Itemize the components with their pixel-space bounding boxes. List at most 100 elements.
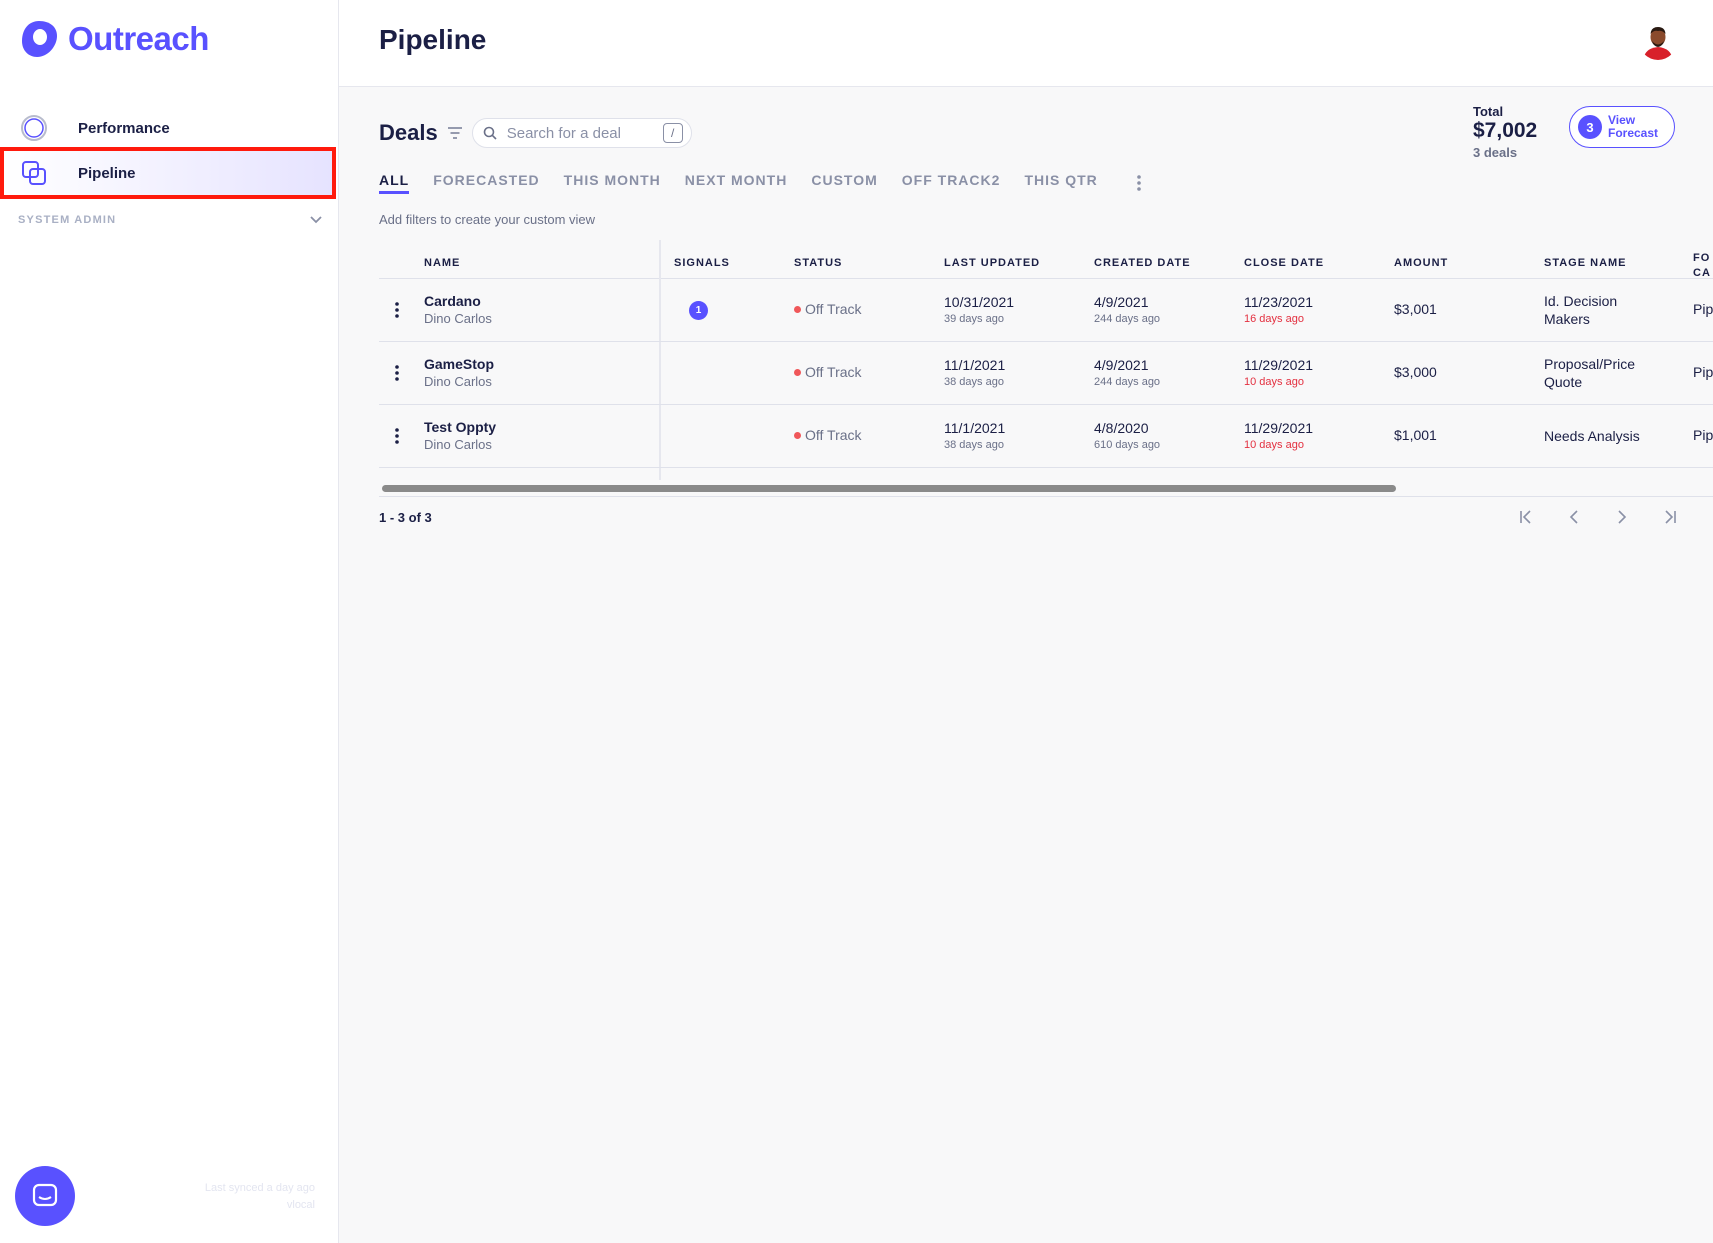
tab-forecasted[interactable]: FORECASTED [433,172,539,194]
table-row[interactable]: Cardano Dino Carlos 1 Off Track 10/31/20… [379,279,1713,342]
app-logo[interactable]: Outreach [18,18,209,60]
custom-view-hint: Add filters to create your custom view [379,212,596,227]
deal-count: 3 deals [1473,145,1518,160]
sync-status: Last synced a day ago vlocal [205,1180,315,1214]
status-text: Off Track [805,427,862,443]
deal-amount: $3,000 [1394,364,1437,380]
tab-off-track2[interactable]: OFF TRACK2 [902,172,1001,194]
close-ago: 10 days ago [1244,439,1304,451]
main-content: Deals / Total $7,002 3 deals 3 View Fore… [379,86,1713,1243]
signal-count-badge[interactable]: 1 [689,301,708,320]
table-row[interactable]: GameStop Dino Carlos Off Track 11/1/2021… [379,342,1713,405]
created-date: 4/9/2021 [1094,294,1149,310]
column-header-status[interactable]: STATUS [794,257,842,269]
last-page-icon[interactable] [1661,508,1679,526]
deal-owner: Dino Carlos [424,437,492,452]
deal-amount: $1,001 [1394,427,1437,443]
column-header-forecast-category[interactable]: FO CA [1693,251,1711,281]
more-vertical-icon[interactable] [394,364,400,382]
tab-custom[interactable]: CUSTOM [811,172,877,194]
sidebar-item-performance[interactable]: Performance [0,106,338,150]
status-badge: Off Track [794,301,862,317]
forecast-count-badge: 3 [1578,115,1602,139]
stage-name: Needs Analysis [1544,428,1640,444]
previous-page-icon[interactable] [1565,508,1583,526]
search-box[interactable]: / [471,118,692,148]
status-text: Off Track [805,301,862,317]
more-vertical-icon[interactable] [394,301,400,319]
horizontal-scrollbar[interactable] [379,482,1713,497]
column-header-close-date[interactable]: CLOSE DATE [1244,257,1324,269]
system-admin-section[interactable]: SYSTEM ADMIN [18,212,323,228]
forecast-category: Pip [1693,364,1713,380]
column-header-created-date[interactable]: CREATED DATE [1094,257,1191,269]
close-ago: 16 days ago [1244,313,1304,325]
outreach-logo-icon [22,21,57,57]
table-header: NAME SIGNALS STATUS LAST UPDATED CREATED… [379,240,1713,279]
status-dot-icon [794,305,801,313]
sidebar-item-label: Pipeline [78,164,136,182]
search-input[interactable] [504,123,655,143]
table-row[interactable]: Test Oppty Dino Carlos Off Track 11/1/20… [379,405,1713,468]
column-header-name[interactable]: NAME [424,257,460,269]
view-tabs: ALL FORECASTED THIS MONTH NEXT MONTH CUS… [379,172,1142,194]
view-forecast-line2: Forecast [1608,126,1659,140]
deal-name-link[interactable]: Test Oppty [424,419,496,435]
close-ago: 10 days ago [1244,376,1304,388]
scrollbar-thumb[interactable] [382,485,1396,492]
column-header-amount[interactable]: AMOUNT [1394,257,1448,269]
deal-name-link[interactable]: GameStop [424,356,494,372]
user-avatar-icon [1639,22,1677,60]
system-admin-label: SYSTEM ADMIN [18,214,117,226]
created-ago: 610 days ago [1094,439,1161,451]
deal-owner: Dino Carlos [424,374,492,389]
column-header-last-updated[interactable]: LAST UPDATED [944,257,1040,269]
status-dot-icon [794,431,801,439]
more-vertical-icon[interactable] [1136,174,1142,192]
page-title: Pipeline [379,24,487,55]
forecast-category: Pip [1693,301,1713,317]
created-ago: 244 days ago [1094,376,1161,388]
total-label: Total [1473,104,1504,119]
sidebar-item-pipeline[interactable]: Pipeline [0,147,336,199]
last-updated-ago: 38 days ago [944,376,1004,388]
stage-name: Id. Decision Makers [1544,293,1618,327]
column-header-stage-name[interactable]: STAGE NAME [1544,257,1627,269]
close-date: 11/29/2021 [1244,420,1314,436]
keyboard-shortcut-hint: / [662,123,683,143]
tab-next-month[interactable]: NEXT MONTH [685,172,788,194]
stage-name: Proposal/Price Quote [1544,356,1636,390]
sidebar-item-label: Performance [78,119,170,137]
last-updated-date: 10/31/2021 [944,294,1015,310]
first-page-icon[interactable] [1517,508,1535,526]
view-forecast-line1: View [1608,113,1636,127]
circle-icon [21,115,47,141]
last-updated-ago: 39 days ago [944,313,1004,325]
pagination-controls [1517,508,1679,526]
column-header-signals[interactable]: SIGNALS [674,257,730,269]
tab-this-qtr[interactable]: THIS QTR [1024,172,1097,194]
deal-amount: $3,001 [1394,301,1437,317]
status-badge: Off Track [794,427,862,443]
chevron-down-icon[interactable] [309,213,323,227]
last-updated-date: 11/1/2021 [944,420,1006,436]
last-updated-date: 11/1/2021 [944,357,1006,373]
status-dot-icon [794,368,801,376]
status-badge: Off Track [794,364,862,380]
created-date: 4/9/2021 [1094,357,1149,373]
top-header: Pipeline [339,0,1713,87]
created-date: 4/8/2020 [1094,420,1149,436]
stacked-squares-icon [22,161,46,185]
created-ago: 244 days ago [1094,313,1161,325]
deal-name-link[interactable]: Cardano [424,293,481,309]
tab-all[interactable]: ALL [379,172,410,194]
filter-icon[interactable] [446,124,464,142]
status-text: Off Track [805,364,862,380]
deals-title: Deals [379,120,438,145]
chat-button[interactable] [15,1166,75,1226]
next-page-icon[interactable] [1613,508,1631,526]
tab-this-month[interactable]: THIS MONTH [564,172,661,194]
avatar[interactable] [1639,22,1677,60]
more-vertical-icon[interactable] [394,427,400,445]
view-forecast-button[interactable]: 3 View Forecast [1569,106,1675,148]
